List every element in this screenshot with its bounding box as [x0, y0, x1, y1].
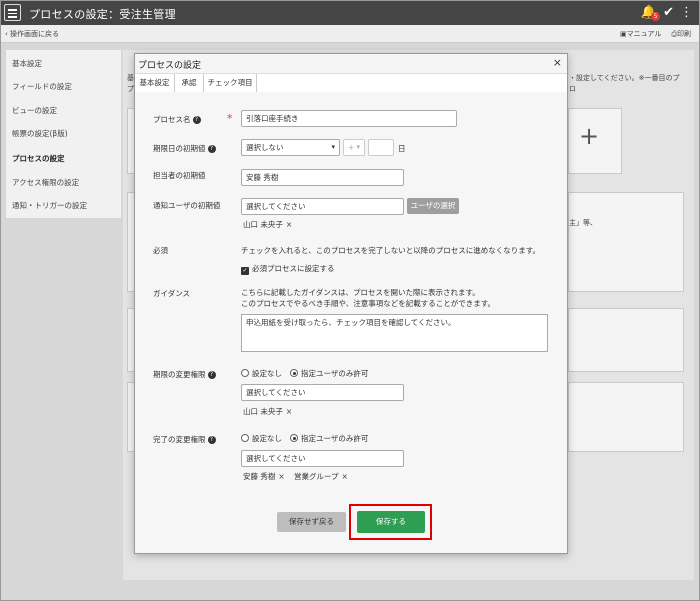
checkbox-checked-icon[interactable]: ✓ — [241, 267, 249, 275]
required-mark: * — [227, 112, 233, 125]
manual-link[interactable]: ▣マニュアル — [620, 29, 661, 39]
help-icon[interactable]: ? — [207, 436, 216, 444]
deadline-perm-user-radio[interactable]: 指定ユーザのみ許可 — [290, 368, 368, 379]
help-icon[interactable]: ? — [207, 145, 216, 153]
deadline-permission-label: 期限の変更権限? — [153, 369, 216, 380]
days-unit: 日 — [398, 144, 406, 153]
deadline-select[interactable]: 選択しない ▾ — [241, 139, 340, 156]
sidebar-item-process[interactable]: プロセスの設定 — [12, 153, 65, 164]
modal-header: プロセスの設定 × — [135, 54, 567, 74]
notify-users-label: 通知ユーザの初期値 — [153, 201, 221, 210]
sidebar-item-notify[interactable]: 通知・トリガーの設定 — [12, 200, 87, 211]
check-icon[interactable]: ✔ — [663, 5, 674, 20]
bg-note-3: 主」等、 — [569, 219, 597, 227]
process-name-input[interactable]: 引落口座手続き — [241, 110, 457, 127]
plus-icon: + — [579, 122, 600, 150]
radio-icon[interactable] — [241, 434, 249, 442]
close-icon[interactable]: × — [342, 472, 348, 481]
tab-basic[interactable]: 基本設定 — [135, 74, 175, 93]
bell-icon[interactable]: 🔔 5 — [641, 5, 661, 21]
sidebar-item-views[interactable]: ビューの設定 — [12, 105, 57, 116]
back-link[interactable]: ‹ 操作画面に戻る — [5, 29, 59, 39]
top-bar: プロセスの設定：受注生管理 🔔 5 ✔ ⋮ — [1, 1, 699, 25]
deadline-days-input[interactable] — [368, 139, 394, 156]
sidebar-item-access[interactable]: アクセス権限の設定 — [12, 177, 79, 188]
tab-checklist[interactable]: チェック項目 — [204, 74, 257, 93]
notify-users-input[interactable]: 選択してください — [241, 198, 404, 215]
guidance-label: ガイダンス — [153, 289, 191, 298]
required-description: チェックを入れると、このプロセスを完了しないと以降のプロセスに進めなくなります。 — [241, 246, 540, 255]
guidance-description-2: このプロセスでやるべき手順や、注意事項などを記載することができます。 — [241, 299, 496, 308]
help-icon[interactable]: ? — [192, 116, 201, 124]
help-icon[interactable]: ? — [207, 371, 216, 379]
process-name-label: プロセス名? — [153, 114, 201, 125]
page-title: プロセスの設定：受注生管理 — [29, 8, 176, 21]
radio-selected-icon[interactable] — [290, 434, 298, 442]
required-checkbox[interactable]: ✓ 必須プロセスに設定する — [241, 263, 335, 275]
close-icon[interactable]: × — [278, 472, 284, 481]
chevron-down-icon: ▾ — [331, 143, 335, 151]
deadline-default-label: 期限日の初期値? — [153, 143, 216, 154]
assignee-label: 担当者の初期値 — [153, 171, 206, 180]
guidance-description-1: こちらに記載したガイダンスは、プロセスを開いた際に表示されます。 — [241, 288, 480, 297]
cancel-button[interactable]: 保存せず戻る — [277, 512, 346, 532]
kebab-icon[interactable]: ⋮ — [680, 5, 693, 20]
complete-perm-user-radio[interactable]: 指定ユーザのみ許可 — [290, 433, 368, 444]
print-link[interactable]: ⎙印刷 — [671, 29, 691, 39]
sidebar-item-reports[interactable]: 帳票の設定(β版) — [12, 128, 68, 139]
deadline-perm-none-radio[interactable]: 設定なし — [241, 368, 282, 379]
radio-selected-icon[interactable] — [290, 369, 298, 377]
sidebar-item-fields[interactable]: フィールドの設定 — [12, 81, 72, 92]
tab-approval[interactable]: 承認 — [175, 74, 204, 93]
bg-card — [568, 192, 684, 292]
notification-badge: 5 — [651, 12, 661, 21]
close-icon[interactable]: × — [286, 407, 292, 416]
complete-perm-input[interactable]: 選択してください — [241, 450, 404, 467]
deadline-perm-input[interactable]: 選択してください — [241, 384, 404, 401]
user-chip: 安藤 秀樹 × — [243, 472, 285, 481]
user-chip: 山口 未央子 × — [243, 407, 293, 416]
bg-note-2: ロ — [569, 85, 576, 93]
sub-bar: ‹ 操作画面に戻る ▣マニュアル ⎙印刷 — [1, 25, 699, 43]
book-icon: ▣ — [619, 30, 627, 38]
close-icon[interactable]: × — [553, 56, 562, 69]
complete-perm-none-radio[interactable]: 設定なし — [241, 433, 282, 444]
save-button[interactable]: 保存する — [357, 511, 425, 533]
assignee-input[interactable]: 安藤 秀樹 — [241, 169, 404, 186]
close-icon[interactable]: × — [286, 220, 292, 229]
required-label: 必須 — [153, 246, 168, 255]
deadline-sign-select[interactable]: + ▾ — [343, 139, 365, 156]
radio-icon[interactable] — [241, 369, 249, 377]
chevron-down-icon: ▾ — [356, 143, 360, 151]
hamburger-icon[interactable] — [4, 4, 21, 21]
sidebar-item-basic[interactable]: 基本設定 — [12, 58, 42, 69]
bg-note: ・設定してください。※一番目のプ — [569, 74, 680, 82]
select-user-button[interactable]: ユーザの選択 — [407, 198, 459, 214]
bg-card — [568, 382, 684, 452]
bg-card — [568, 308, 684, 372]
group-chip: 営業グループ × — [294, 472, 348, 481]
bg-left-fragment: プ — [127, 85, 134, 93]
user-chip: 山口 未央子 × — [243, 220, 293, 229]
complete-permission-label: 完了の変更権限? — [153, 434, 216, 445]
bg-tab-fragment: 基 — [127, 74, 134, 82]
modal-title: プロセスの設定 — [138, 61, 202, 71]
guidance-textarea[interactable]: 申込用紙を受け取ったら、チェック項目を確認してください。 — [241, 314, 548, 352]
sidebar: 基本設定 フィールドの設定 ビューの設定 帳票の設定(β版) プロセスの設定 ア… — [6, 50, 121, 218]
modal-tabs: 基本設定 承認 チェック項目 — [135, 74, 567, 93]
